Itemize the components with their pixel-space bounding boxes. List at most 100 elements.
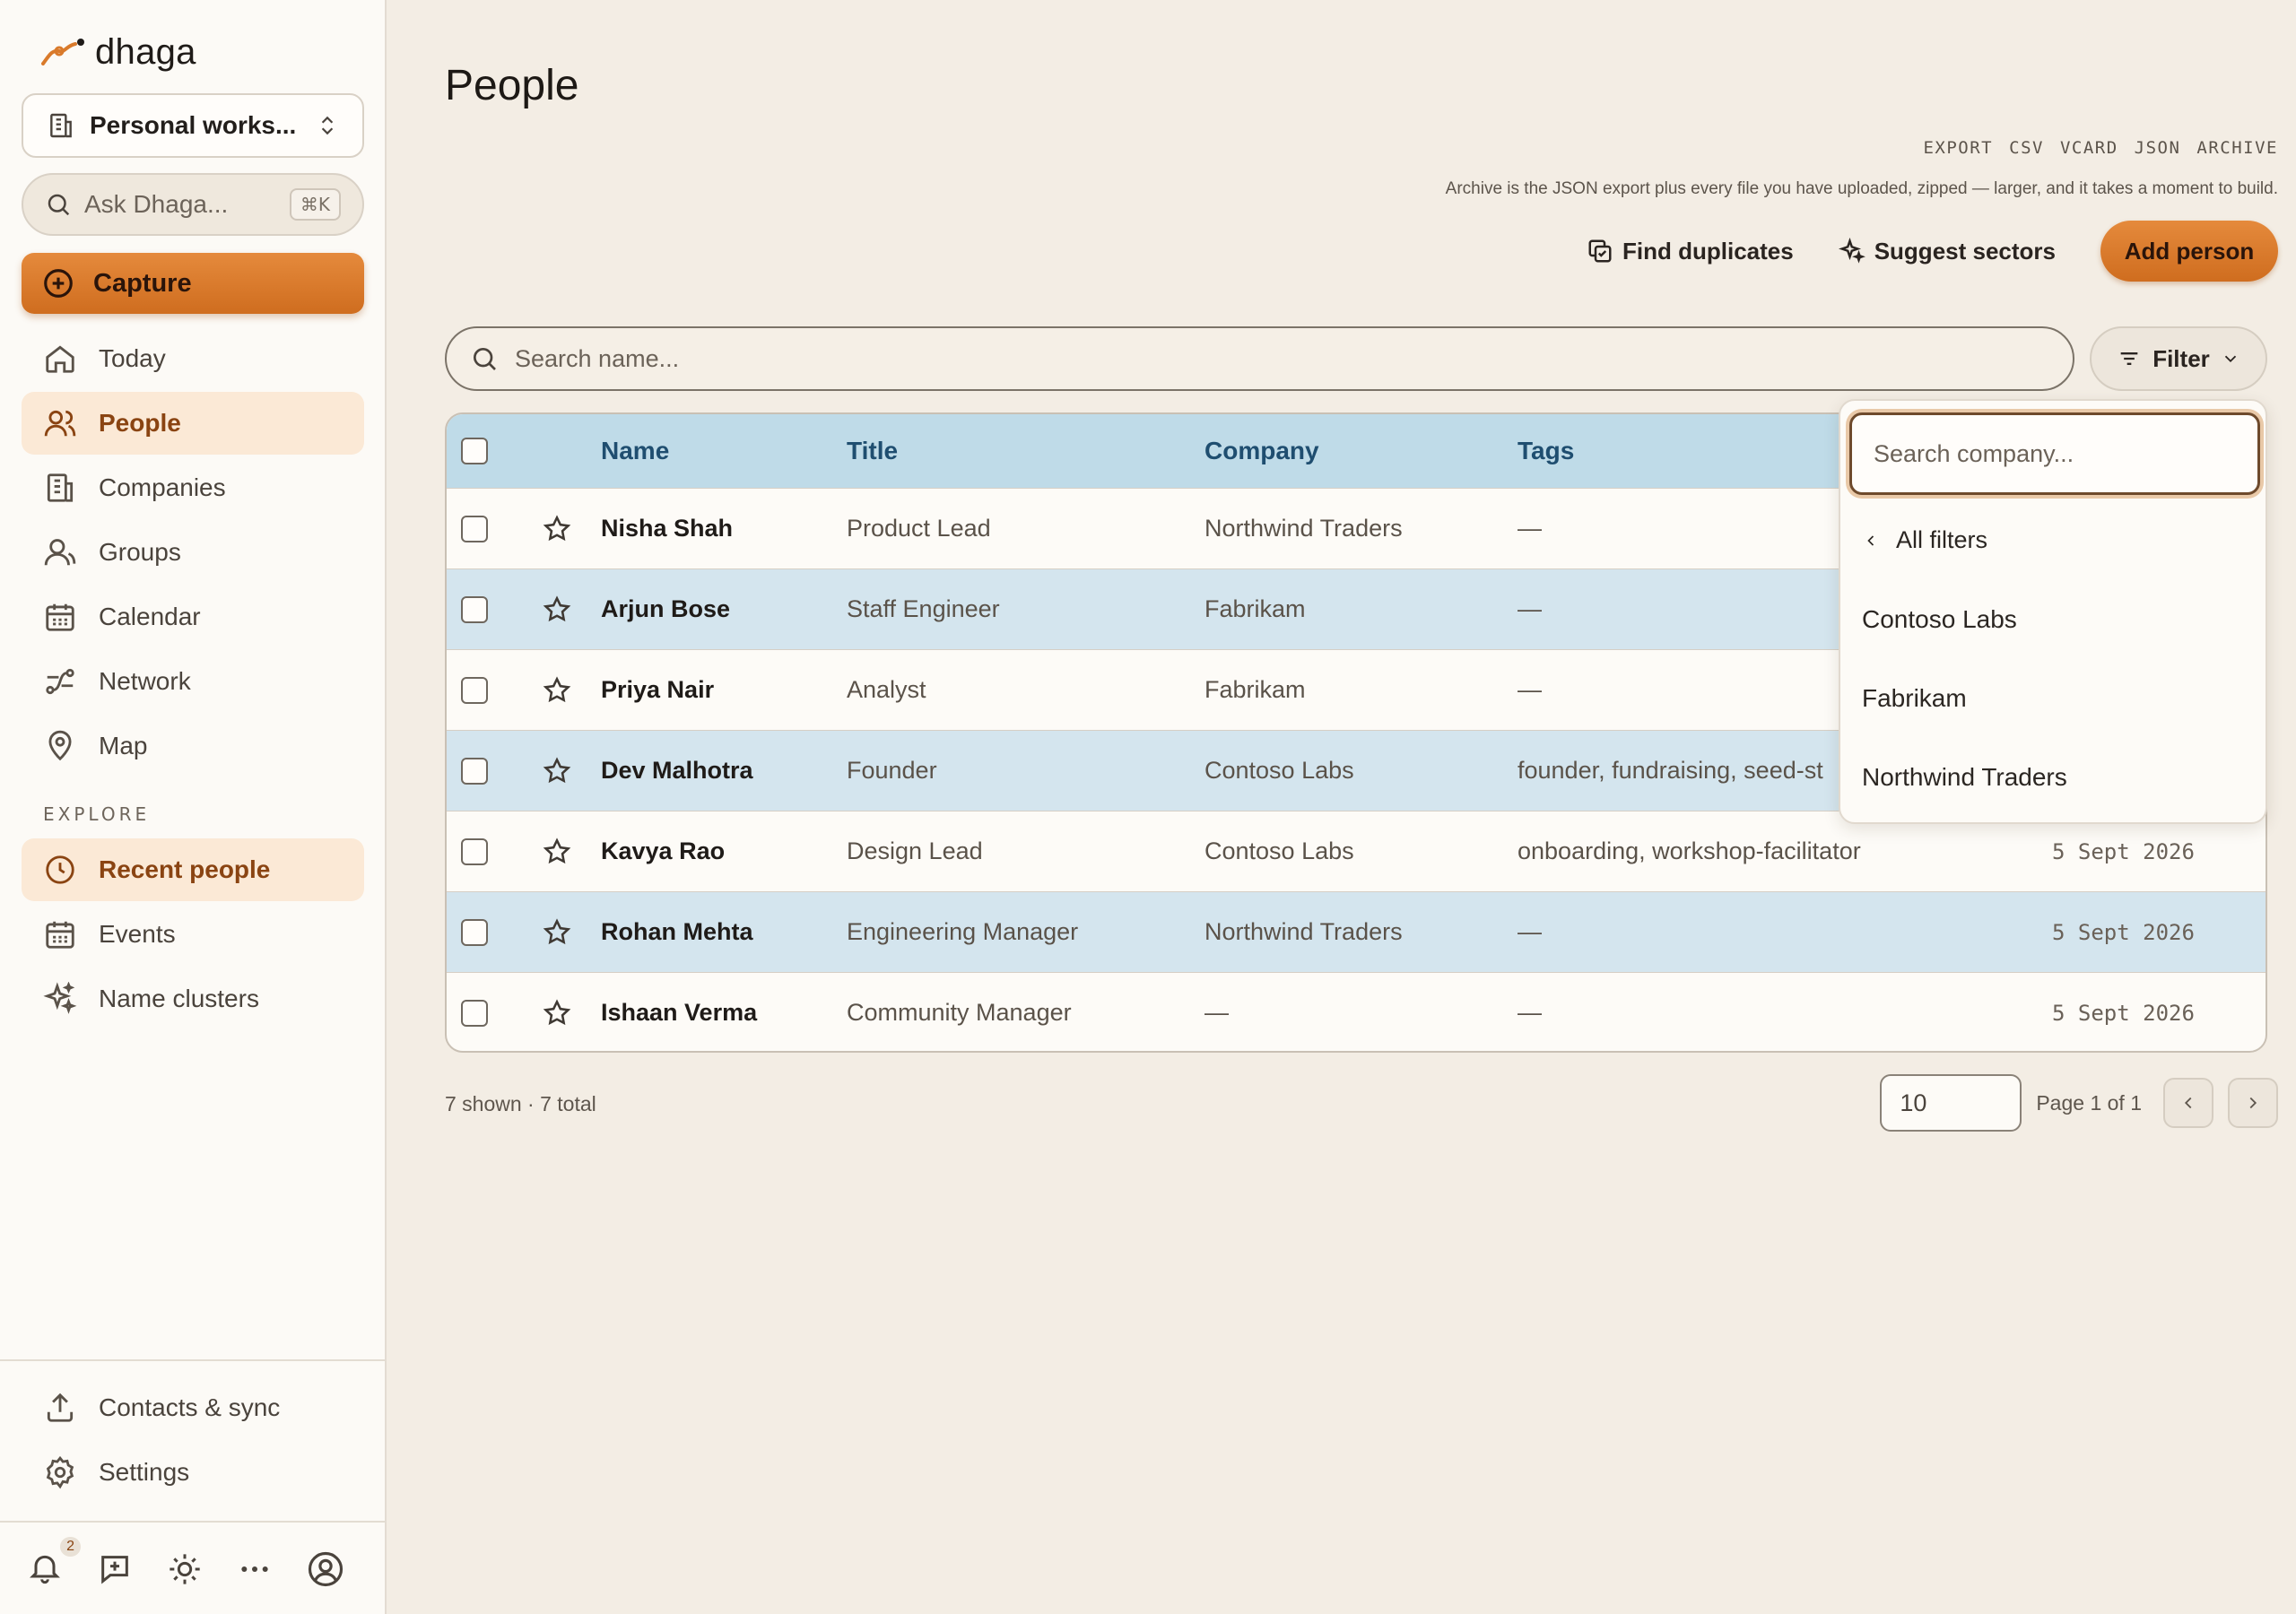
sidebar-divider <box>0 1359 387 1361</box>
person-company: — <box>1205 999 1229 1026</box>
filter-button[interactable]: Filter <box>2090 326 2267 391</box>
select-all-checkbox[interactable] <box>461 438 488 464</box>
suggest-sectors-button[interactable]: Suggest sectors <box>1838 237 2056 265</box>
suggest-sectors-label: Suggest sectors <box>1874 237 2056 265</box>
person-company: Fabrikam <box>1205 595 1306 622</box>
nav-item-recent-people[interactable]: Recent people <box>22 838 364 901</box>
find-duplicates-button[interactable]: Find duplicates <box>1587 238 1794 265</box>
select-all-cell <box>461 414 488 488</box>
people-search <box>445 326 2074 391</box>
person-name[interactable]: Nisha Shah <box>601 489 733 568</box>
page-info: Page 1 of 1 <box>2036 1090 2142 1115</box>
star-icon[interactable] <box>542 514 572 544</box>
notifications-button[interactable]: 2 <box>27 1536 81 1590</box>
column-header-name[interactable]: Name <box>601 414 669 488</box>
row-checkbox[interactable] <box>461 837 488 865</box>
company-search-box <box>1849 412 2260 495</box>
nav-item-name-clusters[interactable]: Name clusters <box>22 968 364 1030</box>
all-filters-back-button[interactable]: All filters <box>1862 526 1987 554</box>
export-json-link[interactable]: JSON <box>2135 138 2181 158</box>
chevron-down-icon <box>2224 355 2236 363</box>
result-count: 7 shown · 7 total <box>445 1092 596 1115</box>
column-header-title[interactable]: Title <box>847 414 898 488</box>
company-option[interactable]: Fabrikam <box>1862 684 1967 713</box>
row-checkbox[interactable] <box>461 918 488 946</box>
nav-item-groups[interactable]: Groups <box>22 521 364 584</box>
export-csv-link[interactable]: CSV <box>2009 138 2044 158</box>
export-vcard-link[interactable]: VCARD <box>2060 138 2118 158</box>
nav-item-settings[interactable]: Settings <box>22 1441 364 1504</box>
nav-label: Name clusters <box>99 985 259 1012</box>
nav-item-people[interactable]: People <box>22 392 364 455</box>
nav-item-contacts-sync[interactable]: Contacts & sync <box>22 1376 364 1439</box>
row-checkbox[interactable] <box>461 595 488 623</box>
nav-item-events[interactable]: Events <box>22 903 364 966</box>
person-name[interactable]: Kavya Rao <box>601 811 725 891</box>
people-icon <box>44 410 76 437</box>
prev-page-button[interactable] <box>2163 1078 2213 1128</box>
company-filter-dropdown: All filters Contoso Labs Fabrikam Northw… <box>1839 399 2267 824</box>
export-archive-link[interactable]: ARCHIVE <box>2196 138 2278 158</box>
nav-label: Groups <box>99 538 181 566</box>
nav-item-companies[interactable]: Companies <box>22 456 364 519</box>
star-icon[interactable] <box>542 756 572 786</box>
star-icon[interactable] <box>542 594 572 625</box>
add-person-button[interactable]: Add person <box>2100 221 2278 282</box>
person-tags: — <box>1518 515 1542 542</box>
search-input[interactable] <box>515 344 2049 373</box>
person-name[interactable]: Priya Nair <box>601 650 714 730</box>
star-icon[interactable] <box>542 675 572 706</box>
sparkle-icon <box>1838 238 1866 264</box>
account-icon[interactable] <box>307 1550 344 1588</box>
nav-item-calendar[interactable]: Calendar <box>22 586 364 648</box>
workspace-switcher[interactable]: Personal works... <box>22 93 364 158</box>
more-icon[interactable] <box>237 1551 273 1587</box>
clock-icon <box>46 855 74 884</box>
building-icon <box>47 473 74 502</box>
nav-label: Companies <box>99 473 226 501</box>
nav-item-map[interactable]: Map <box>22 715 364 777</box>
person-name[interactable]: Rohan Mehta <box>601 892 753 972</box>
person-title: Founder <box>847 757 937 784</box>
capture-label: Capture <box>93 268 192 298</box>
star-icon[interactable] <box>542 998 572 1028</box>
capture-button[interactable]: Capture <box>22 253 364 314</box>
row-checkbox[interactable] <box>461 676 488 704</box>
column-header-company[interactable]: Company <box>1205 414 1319 488</box>
person-company: Northwind Traders <box>1205 515 1403 542</box>
person-tags: — <box>1518 676 1542 703</box>
table-row[interactable]: Ishaan Verma Community Manager — — 5 Sep… <box>447 972 2266 1051</box>
person-name[interactable]: Arjun Bose <box>601 569 730 649</box>
company-search-input[interactable] <box>1874 439 2236 468</box>
dhaga-logo-icon <box>41 38 84 65</box>
page-size-input[interactable]: 10 <box>1880 1074 2022 1132</box>
theme-sun-icon[interactable] <box>167 1551 203 1587</box>
nav-item-today[interactable]: Today <box>22 327 364 390</box>
feedback-icon[interactable] <box>97 1551 133 1587</box>
star-icon[interactable] <box>542 917 572 948</box>
network-icon <box>46 668 74 695</box>
person-company: Northwind Traders <box>1205 918 1403 945</box>
pagination: 10 Page 1 of 1 <box>1880 1074 2278 1132</box>
row-checkbox[interactable] <box>461 757 488 785</box>
row-checkbox[interactable] <box>461 515 488 542</box>
row-checkbox[interactable] <box>461 999 488 1027</box>
gear-icon <box>46 1455 74 1489</box>
company-option[interactable]: Contoso Labs <box>1862 605 2017 634</box>
nav-label: Today <box>99 344 166 372</box>
ask-dhaga-button[interactable]: Ask Dhaga... ⌘K <box>22 173 364 236</box>
next-page-button[interactable] <box>2228 1078 2278 1128</box>
person-tags: — <box>1518 918 1542 945</box>
company-option[interactable]: Northwind Traders <box>1862 763 2067 792</box>
column-header-tags[interactable]: Tags <box>1518 414 1574 488</box>
person-name[interactable]: Ishaan Verma <box>601 973 757 1051</box>
brand[interactable]: dhaga <box>39 32 196 73</box>
person-title: Product Lead <box>847 515 991 542</box>
table-row[interactable]: Rohan Mehta Engineering Manager Northwin… <box>447 891 2266 972</box>
nav-item-network[interactable]: Network <box>22 650 364 713</box>
search-icon <box>48 194 70 216</box>
star-icon[interactable] <box>542 837 572 867</box>
plus-circle-icon <box>44 269 73 298</box>
person-date: 5 Sept 2026 <box>2052 919 2195 945</box>
person-name[interactable]: Dev Malhotra <box>601 731 753 811</box>
